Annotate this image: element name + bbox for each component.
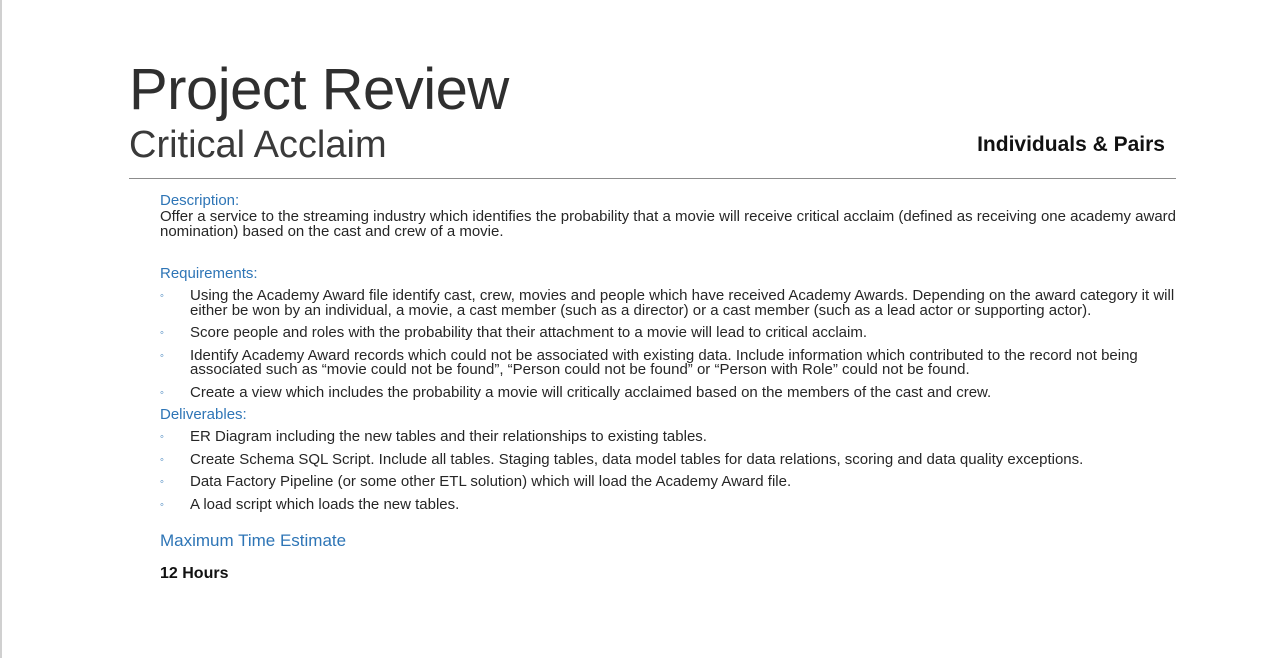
list-item: ◦ Score people and roles with the probab… [160,324,1180,341]
requirement-text: Identify Academy Award records which cou… [190,346,1138,378]
deliverable-text: A load script which loads the new tables… [190,495,460,513]
document-body: Description: Offer a service to the stre… [160,192,1180,583]
requirements-list: ◦ Using the Academy Award file identify … [160,287,1180,401]
bullet-icon: ◦ [160,327,164,339]
list-item: ◦ Data Factory Pipeline (or some other E… [160,473,1180,490]
bullet-icon: ◦ [160,498,164,511]
audience-label: Individuals & Pairs [977,133,1165,156]
bullet-icon: ◦ [160,453,164,466]
deliverable-text: Create Schema SQL Script. Include all ta… [190,450,1084,468]
bullet-icon: ◦ [160,431,164,443]
requirement-text: Using the Academy Award file identify ca… [190,287,1175,319]
description-text: Offer a service to the streaming industr… [160,208,1177,240]
estimate-value: 12 Hours [160,565,229,582]
deliverable-text: Data Factory Pipeline (or some other ETL… [190,473,792,490]
list-item: ◦ Create a view which includes the proba… [160,383,1180,401]
estimate-heading: Maximum Time Estimate [160,531,347,550]
deliverable-text: ER Diagram including the new tables and … [190,428,707,445]
page-title: Project Review [129,57,509,122]
bullet-icon: ◦ [160,290,164,302]
list-item: ◦ Using the Academy Award file identify … [160,287,1180,319]
list-item: ◦ A load script which loads the new tabl… [160,495,1180,513]
bullet-icon: ◦ [160,386,164,399]
requirements-heading: Requirements: [160,265,258,282]
bullet-icon: ◦ [160,476,164,488]
header-divider [129,178,1176,179]
deliverables-heading: Deliverables: [160,406,247,423]
page-subtitle: Critical Acclaim [129,124,387,166]
requirement-text: Create a view which includes the probabi… [190,383,992,401]
deliverables-list: ◦ ER Diagram including the new tables an… [160,428,1180,513]
description-heading: Description: [160,192,240,209]
list-item: ◦ Create Schema SQL Script. Include all … [160,450,1180,468]
requirement-text: Score people and roles with the probabil… [190,324,867,341]
document-page: Project Review Critical Acclaim Individu… [0,0,1277,658]
list-item: ◦ ER Diagram including the new tables an… [160,428,1180,445]
list-item: ◦ Identify Academy Award records which c… [160,346,1180,378]
bullet-icon: ◦ [160,349,164,362]
